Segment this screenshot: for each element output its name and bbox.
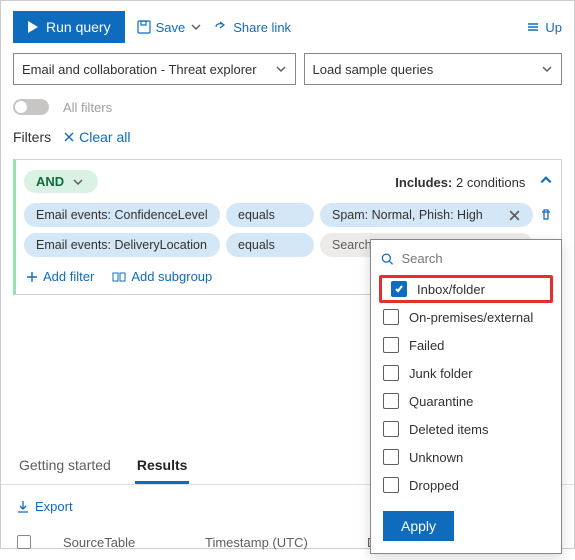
condition-op-pill[interactable]: equals xyxy=(226,203,314,227)
clear-value-icon[interactable] xyxy=(508,209,521,222)
sample-queries-select[interactable]: Load sample queries xyxy=(304,53,562,85)
checkbox-icon xyxy=(383,309,399,325)
add-filter-button[interactable]: Add filter xyxy=(26,269,94,284)
export-button[interactable]: Export xyxy=(17,499,73,514)
play-icon xyxy=(27,20,39,34)
dropdown-option-label: Failed xyxy=(409,338,444,353)
sample-select-value: Load sample queries xyxy=(313,62,434,77)
includes-summary: Includes: 2 conditions xyxy=(395,173,553,190)
logic-operator-pill[interactable]: AND xyxy=(24,170,98,193)
clear-all-label: Clear all xyxy=(79,129,130,145)
all-filters-label: All filters xyxy=(63,100,112,115)
column-timestamp[interactable]: Timestamp (UTC) xyxy=(205,535,335,550)
filters-header: Filters Clear all xyxy=(1,125,574,155)
scope-select[interactable]: Email and collaboration - Threat explore… xyxy=(13,53,296,85)
tab-getting-started[interactable]: Getting started xyxy=(17,447,113,484)
checkbox-icon xyxy=(383,477,399,493)
checkbox-icon xyxy=(383,337,399,353)
scope-selects-row: Email and collaboration - Threat explore… xyxy=(1,53,574,85)
subgroup-icon xyxy=(112,271,126,283)
all-filters-row: All filters xyxy=(1,85,574,125)
download-icon xyxy=(17,500,29,514)
checkbox-icon xyxy=(383,393,399,409)
condition-value-pill[interactable]: Spam: Normal, Phish: High xyxy=(320,203,533,227)
logic-operator-label: AND xyxy=(36,174,64,189)
column-sourcetable[interactable]: SourceTable xyxy=(63,535,173,550)
select-all-checkbox[interactable] xyxy=(17,535,31,549)
dropdown-option-onprem[interactable]: On-premises/external xyxy=(371,303,561,331)
share-label: Share link xyxy=(233,20,291,35)
checkbox-icon xyxy=(383,449,399,465)
dropdown-option-unknown[interactable]: Unknown xyxy=(371,443,561,471)
share-icon xyxy=(214,20,228,34)
condition-row: Email events: ConfidenceLevel equals Spa… xyxy=(24,203,553,227)
tab-results[interactable]: Results xyxy=(135,447,190,484)
scope-select-value: Email and collaboration - Threat explore… xyxy=(22,62,257,77)
dropdown-search-input[interactable] xyxy=(399,250,551,267)
condition-field-pill[interactable]: Email events: DeliveryLocation xyxy=(24,233,220,257)
run-query-label: Run query xyxy=(46,19,111,35)
add-subgroup-label: Add subgroup xyxy=(131,269,212,284)
save-button[interactable]: Save xyxy=(137,20,203,35)
checkbox-checked-icon xyxy=(391,281,407,297)
list-icon xyxy=(526,21,540,33)
dropdown-option-inbox[interactable]: Inbox/folder xyxy=(379,275,553,303)
dropdown-option-label: Junk folder xyxy=(409,366,473,381)
checkbox-icon xyxy=(383,421,399,437)
dropdown-option-dropped[interactable]: Dropped xyxy=(371,471,561,499)
up-label: Up xyxy=(545,20,562,35)
all-filters-toggle[interactable] xyxy=(13,99,49,115)
search-icon xyxy=(381,252,393,266)
dropdown-option-failed[interactable]: Failed xyxy=(371,331,561,359)
checkbox-icon xyxy=(383,365,399,381)
chevron-down-icon xyxy=(541,63,553,75)
up-button[interactable]: Up xyxy=(526,20,562,35)
add-subgroup-button[interactable]: Add subgroup xyxy=(112,269,212,284)
filters-label: Filters xyxy=(13,129,51,145)
dropdown-option-label: Dropped xyxy=(409,478,459,493)
delete-condition-icon[interactable] xyxy=(539,208,553,222)
dropdown-search xyxy=(371,246,561,275)
dropdown-option-deleted[interactable]: Deleted items xyxy=(371,415,561,443)
run-query-button[interactable]: Run query xyxy=(13,11,125,43)
dropdown-option-quarantine[interactable]: Quarantine xyxy=(371,387,561,415)
chevron-down-icon xyxy=(72,176,84,188)
share-link-button[interactable]: Share link xyxy=(214,20,291,35)
apply-button[interactable]: Apply xyxy=(383,511,454,541)
dropdown-option-label: Quarantine xyxy=(409,394,473,409)
dropdown-option-junk[interactable]: Junk folder xyxy=(371,359,561,387)
export-label: Export xyxy=(35,499,73,514)
dropdown-option-label: Unknown xyxy=(409,450,463,465)
logic-row: AND Includes: 2 conditions xyxy=(24,170,553,193)
chevron-down-icon xyxy=(190,21,202,33)
save-label: Save xyxy=(156,20,186,35)
dropdown-option-label: Deleted items xyxy=(409,422,488,437)
dropdown-option-label: On-premises/external xyxy=(409,310,533,325)
dropdown-option-label: Inbox/folder xyxy=(417,282,485,297)
add-filter-label: Add filter xyxy=(43,269,94,284)
chevron-up-icon[interactable] xyxy=(539,173,553,187)
delivery-location-dropdown: Inbox/folder On-premises/external Failed… xyxy=(370,239,562,554)
top-toolbar: Run query Save Share link Up xyxy=(1,1,574,53)
clear-all-button[interactable]: Clear all xyxy=(63,129,130,145)
close-icon xyxy=(63,131,75,143)
plus-icon xyxy=(26,271,38,283)
chevron-down-icon xyxy=(275,63,287,75)
dropdown-apply-row: Apply xyxy=(371,499,561,543)
condition-op-pill[interactable]: equals xyxy=(226,233,314,257)
save-icon xyxy=(137,20,151,34)
condition-field-pill[interactable]: Email events: ConfidenceLevel xyxy=(24,203,220,227)
